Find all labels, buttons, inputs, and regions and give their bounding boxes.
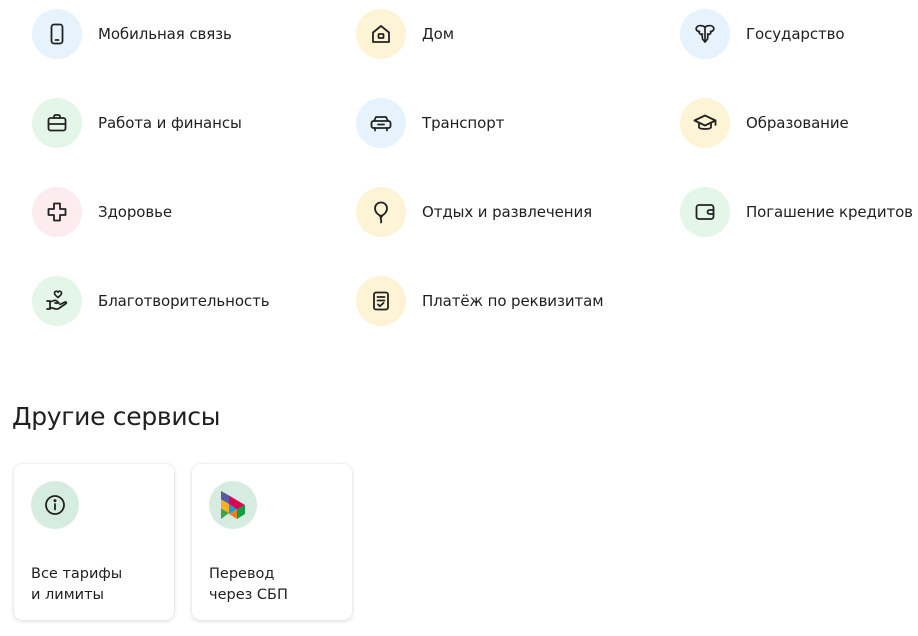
briefcase-icon xyxy=(32,98,82,148)
category-label: Мобильная связь xyxy=(98,25,232,43)
heart-hand-icon xyxy=(32,276,82,326)
category-loan-repayment[interactable]: Погашение кредитов xyxy=(680,187,913,237)
category-label: Платёж по реквизитам xyxy=(422,292,604,310)
medical-cross-icon xyxy=(32,187,82,237)
wallet-icon xyxy=(680,187,730,237)
category-payment-by-details[interactable]: Платёж по реквизитам xyxy=(356,276,604,326)
category-label: Транспорт xyxy=(422,114,505,132)
category-education[interactable]: Образование xyxy=(680,98,849,148)
category-health[interactable]: Здоровье xyxy=(32,187,172,237)
card-label-line2: и лимиты xyxy=(31,587,104,603)
category-government[interactable]: Государство xyxy=(680,9,845,59)
house-icon xyxy=(356,9,406,59)
category-label: Благотворительность xyxy=(98,292,270,310)
info-icon xyxy=(31,481,79,529)
sbp-transfer-card[interactable]: Перевод через СБП xyxy=(192,464,352,620)
sbp-logo-icon xyxy=(209,481,257,529)
card-label-line1: Все тарифы xyxy=(31,566,123,582)
balloon-icon xyxy=(356,187,406,237)
card-label-line1: Перевод xyxy=(209,566,275,582)
category-transport[interactable]: Транспорт xyxy=(356,98,504,148)
phone-icon xyxy=(32,9,82,59)
tariffs-limits-card[interactable]: Все тарифы и лимиты xyxy=(14,464,174,620)
card-label: Все тарифы и лимиты xyxy=(31,564,161,606)
category-label: Погашение кредитов xyxy=(746,203,913,221)
category-label: Дом xyxy=(422,25,454,43)
government-emblem-icon xyxy=(680,9,730,59)
card-label: Перевод через СБП xyxy=(209,564,339,606)
card-label-line2: через СБП xyxy=(209,587,288,603)
document-check-icon xyxy=(356,276,406,326)
payment-categories-grid: Мобильная связь Дом Государство Работа и… xyxy=(32,9,918,339)
category-charity[interactable]: Благотворительность xyxy=(32,276,270,326)
category-label: Государство xyxy=(746,25,845,43)
other-services-title: Другие сервисы xyxy=(12,402,221,431)
category-label: Образование xyxy=(746,114,849,132)
graduation-cap-icon xyxy=(680,98,730,148)
category-mobile[interactable]: Мобильная связь xyxy=(32,9,232,59)
category-label: Здоровье xyxy=(98,203,172,221)
category-label: Работа и финансы xyxy=(98,114,242,132)
category-home[interactable]: Дом xyxy=(356,9,454,59)
car-icon xyxy=(356,98,406,148)
category-label: Отдых и развлечения xyxy=(422,203,593,221)
category-leisure[interactable]: Отдых и развлечения xyxy=(356,187,592,237)
category-work-finance[interactable]: Работа и финансы xyxy=(32,98,242,148)
